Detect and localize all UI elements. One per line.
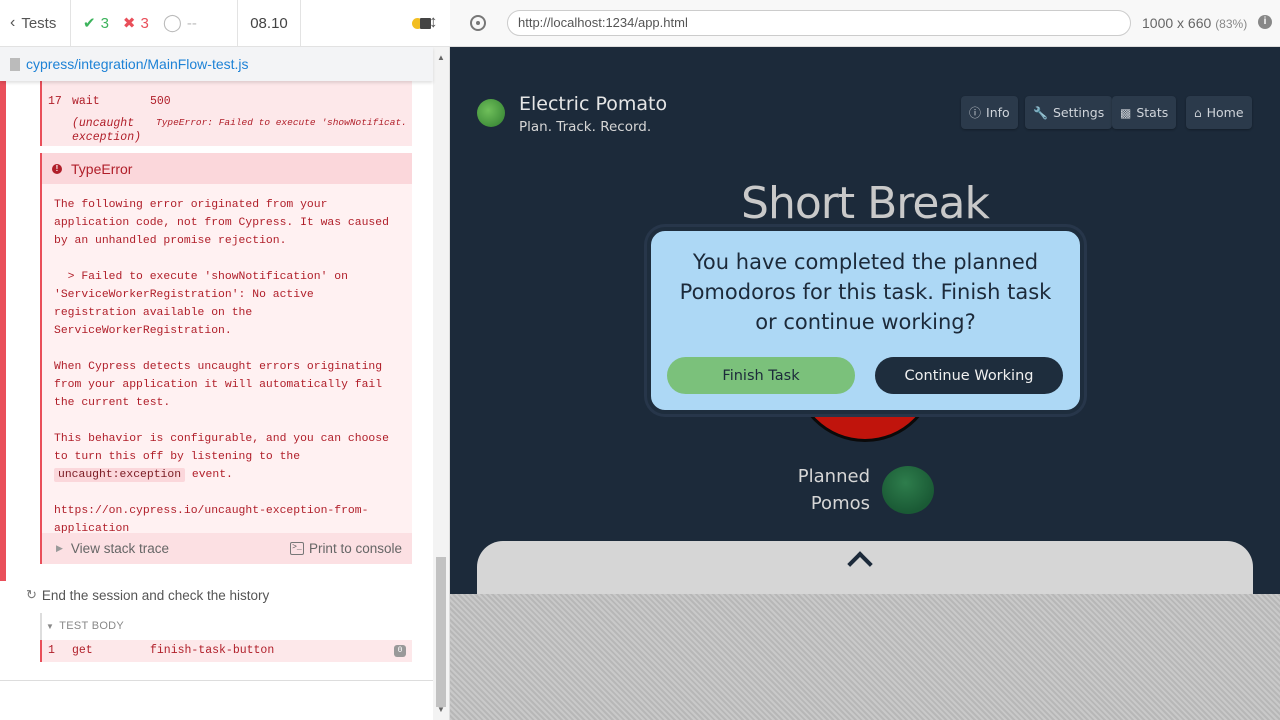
failed-test-indicator [0, 81, 6, 581]
chart-icon: ▩ [1120, 105, 1132, 120]
info-icon[interactable]: i [1258, 15, 1272, 29]
completion-dialog: You have completed the planned Pomodoros… [647, 227, 1084, 414]
duration: 08.10 [238, 0, 301, 47]
scroll-up-icon[interactable]: ▲ [437, 53, 445, 62]
tomato-logo-icon [477, 99, 505, 127]
app-under-test: Electric Pomato Plan. Track. Record. ⓘ I… [450, 47, 1280, 594]
dialog-message: You have completed the planned Pomodoros… [679, 250, 1052, 334]
run-controls: ↕ [301, 0, 450, 47]
command-row[interactable]: ·· [40, 81, 412, 93]
scroll-down-icon[interactable]: ▼ [437, 705, 445, 714]
view-stack-trace-button[interactable]: View stack trace [71, 541, 169, 556]
tests-label: Tests [21, 14, 57, 32]
nav-stats-button[interactable]: ▩ Stats [1112, 96, 1177, 129]
code-snippet: uncaught:exception [54, 468, 186, 482]
app-title: Electric Pomato [519, 93, 668, 115]
chevron-up-icon[interactable] [847, 551, 873, 577]
app-subtitle: Plan. Track. Record. [519, 119, 652, 135]
pomo-tomato-icon [882, 466, 934, 514]
print-to-console-button[interactable]: >_ Print to console [289, 541, 402, 556]
aut-header: http://localhost:1234/app.html 1000 x 66… [450, 0, 1280, 47]
refresh-icon: ↻ [26, 587, 37, 602]
finish-task-button[interactable]: Finish Task [667, 357, 855, 394]
wrench-icon: 🔧 [1033, 105, 1048, 120]
reporter-scrollbar[interactable]: ▲ ▼ [433, 47, 449, 720]
tests-button[interactable]: ‹ Tests [0, 0, 71, 47]
exclamation-icon: ! [52, 163, 62, 174]
test-body-header[interactable]: ▼ TEST BODY [46, 620, 124, 632]
error-header: ! TypeError [42, 153, 412, 184]
cypress-reporter: ‹ Tests ✔ 3 ✖ 3 ◯ -- 08.10 ↕ cypress/integr… [0, 0, 450, 720]
selector-playground-icon[interactable] [470, 15, 486, 31]
test-stats: ✔ 3 ✖ 3 ◯ -- [71, 0, 238, 47]
caret-down-icon: ▼ [46, 621, 55, 631]
x-icon: ✖ [122, 15, 136, 32]
viewport-size: 1000 x 660 (83%) [1142, 15, 1248, 31]
error-panel: ! TypeError The following error originat… [40, 153, 412, 564]
aut-background [450, 594, 1280, 720]
spec-path-bar: cypress/integration/MainFlow-test.js [0, 47, 433, 81]
nav-info-button[interactable]: ⓘ Info [961, 96, 1018, 129]
terminal-icon: >_ [289, 542, 304, 555]
failed-count: ✖ 3 [122, 14, 149, 33]
error-footer: ▶ View stack trace >_ Print to console [42, 533, 412, 564]
element-count-badge: 0 [394, 645, 406, 657]
pending-count: ◯ -- [162, 13, 197, 32]
passed-count: ✔ 3 [83, 14, 109, 33]
stop-icon[interactable] [420, 17, 431, 29]
planned-pomos-label: Planned Pomos [797, 466, 870, 514]
circle-icon: ◯ [162, 13, 182, 32]
error-message: The following error originated from your… [42, 184, 412, 538]
check-icon: ✔ [83, 15, 96, 32]
command-row[interactable]: 1 get finish-task-button 0 [40, 640, 412, 662]
error-title: TypeError [71, 160, 133, 177]
nav-home-button[interactable]: ⌂ Home [1186, 96, 1252, 129]
timer-mode-title: Short Break [741, 178, 990, 229]
info-icon: ⓘ [969, 106, 982, 120]
url-bar[interactable]: http://localhost:1234/app.html [507, 10, 1131, 36]
spec-path[interactable]: cypress/integration/MainFlow-test.js [26, 56, 249, 72]
uncaught-exception-row[interactable]: (uncaught exception) TypeError: Failed t… [40, 111, 412, 146]
scrollbar-thumb[interactable] [436, 557, 446, 707]
test-title[interactable]: ↻ End the session and check the history [26, 587, 269, 603]
continue-working-button[interactable]: Continue Working [875, 357, 1063, 394]
command-row[interactable]: 17 wait 500 [40, 93, 412, 111]
nav-settings-button[interactable]: 🔧 Settings [1025, 96, 1113, 129]
reporter-runnables: ·· 17 wait 500 (uncaught exception) Type… [0, 81, 433, 681]
reporter-header: ‹ Tests ✔ 3 ✖ 3 ◯ -- 08.10 ↕ [0, 0, 450, 47]
task-drawer[interactable] [477, 541, 1253, 594]
chevron-left-icon: ‹ [10, 14, 16, 31]
triangle-right-icon: ▶ [56, 543, 63, 553]
home-icon: ⌂ [1194, 105, 1202, 120]
file-icon [10, 57, 20, 71]
